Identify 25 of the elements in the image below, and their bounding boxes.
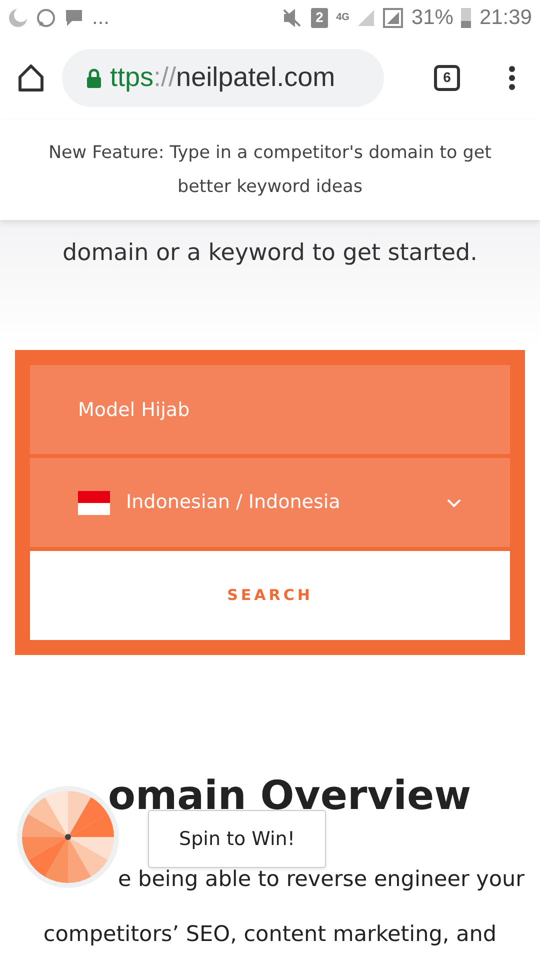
message-icon bbox=[64, 8, 84, 28]
spin-tooltip[interactable]: Spin to Win! bbox=[148, 810, 326, 868]
chat-bubble-icon bbox=[36, 8, 56, 28]
notification-overflow: ... bbox=[92, 4, 110, 31]
signal-icon bbox=[357, 8, 376, 26]
mute-icon bbox=[281, 8, 304, 28]
home-button[interactable] bbox=[16, 62, 46, 92]
clock: 21:39 bbox=[479, 4, 532, 31]
battery-icon bbox=[461, 8, 472, 28]
body-text: e being able to reverse engineer your bbox=[117, 866, 526, 894]
body-text: competitors’ SEO, content marketing, and bbox=[42, 921, 498, 949]
menu-button[interactable] bbox=[508, 64, 516, 90]
signal-icon bbox=[383, 8, 404, 28]
sim-slot-icon: 2 bbox=[311, 8, 328, 28]
chevron-down-icon bbox=[446, 498, 462, 508]
lock-icon bbox=[86, 68, 102, 88]
flag-icon bbox=[78, 490, 110, 514]
tab-count-button[interactable]: 6 bbox=[434, 64, 460, 90]
network-type: 4G bbox=[336, 11, 350, 25]
url-field[interactable]: ttps://neilpatel.com bbox=[62, 48, 384, 106]
url-text: ttps://neilpatel.com bbox=[110, 61, 336, 94]
intro-text: domain or a keyword to get started. bbox=[62, 240, 478, 266]
feature-banner-text: New Feature: Type in a competitor's domain to get better keyword ideas bbox=[47, 142, 493, 199]
battery-percent: 31% bbox=[411, 4, 454, 31]
moon-icon bbox=[8, 8, 28, 28]
